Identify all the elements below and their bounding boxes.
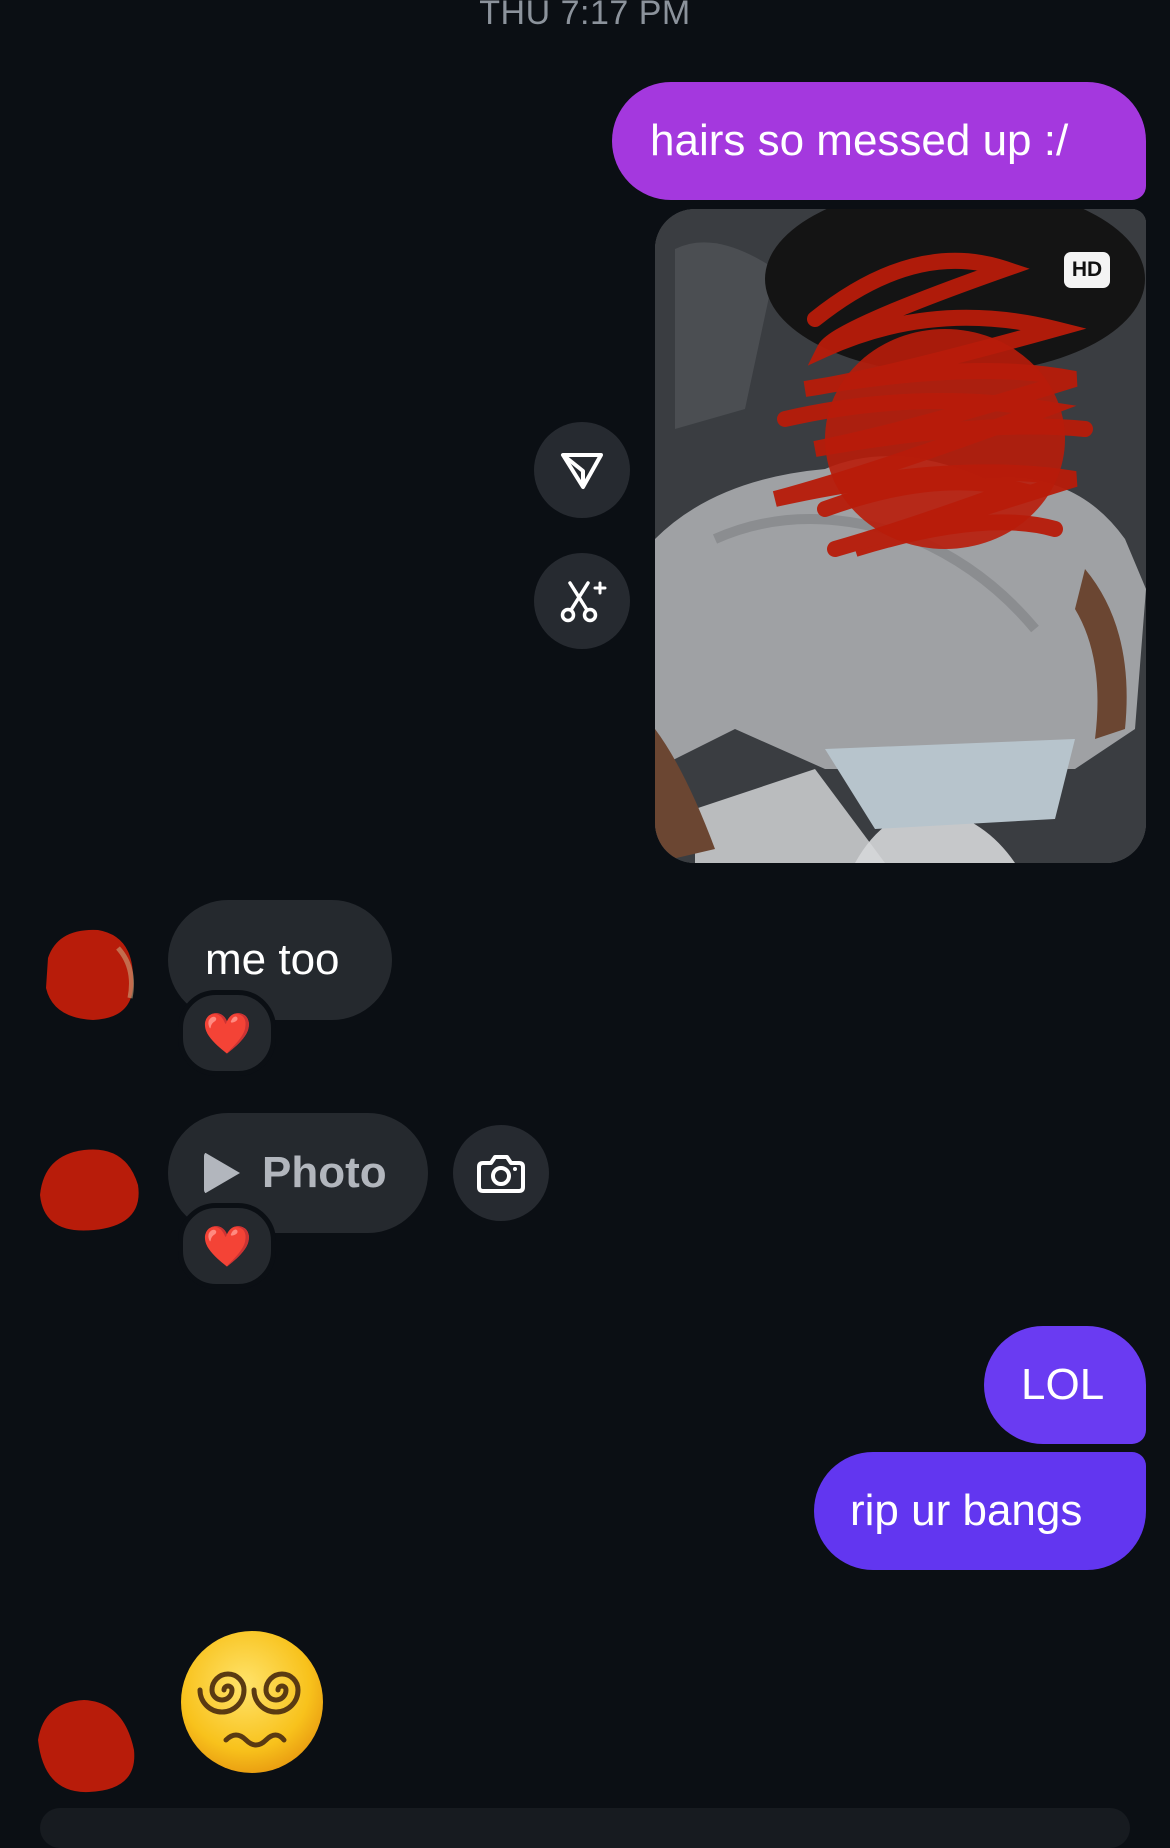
photo-image [655,209,1146,863]
contact-avatar[interactable] [34,1130,144,1240]
contact-avatar[interactable] [34,1690,144,1800]
heart-reaction[interactable]: ❤️ [178,990,276,1076]
send-icon [561,453,603,489]
outgoing-message-bubble[interactable]: hairs so messed up :/ [612,82,1146,200]
photo-message[interactable]: HD [655,209,1146,863]
heart-icon: ❤️ [202,1011,252,1056]
outgoing-message-bubble[interactable]: rip ur bangs [814,1452,1146,1570]
hd-badge: HD [1064,252,1110,288]
photo-label: Photo [262,1148,387,1197]
message-composer[interactable] [40,1808,1130,1848]
share-button[interactable] [534,422,630,518]
sparkle-scissors-icon [560,581,607,623]
outgoing-message-bubble[interactable]: LOL [984,1326,1146,1444]
face-with-spiral-eyes-icon[interactable] [178,1628,326,1776]
heart-icon: ❤️ [202,1224,252,1269]
contact-avatar[interactable] [38,918,148,1028]
message-text: hairs so messed up :/ [650,116,1069,165]
heart-reaction[interactable]: ❤️ [178,1203,276,1289]
reply-camera-button[interactable] [453,1125,549,1221]
camera-icon [477,1155,525,1193]
message-text: me too [205,935,340,984]
conversation-timestamp: THU 7:17 PM [479,0,691,32]
ai-edit-button[interactable] [534,553,630,649]
message-text: LOL [1021,1360,1105,1409]
play-icon [204,1152,240,1194]
message-text: rip ur bangs [850,1486,1083,1535]
